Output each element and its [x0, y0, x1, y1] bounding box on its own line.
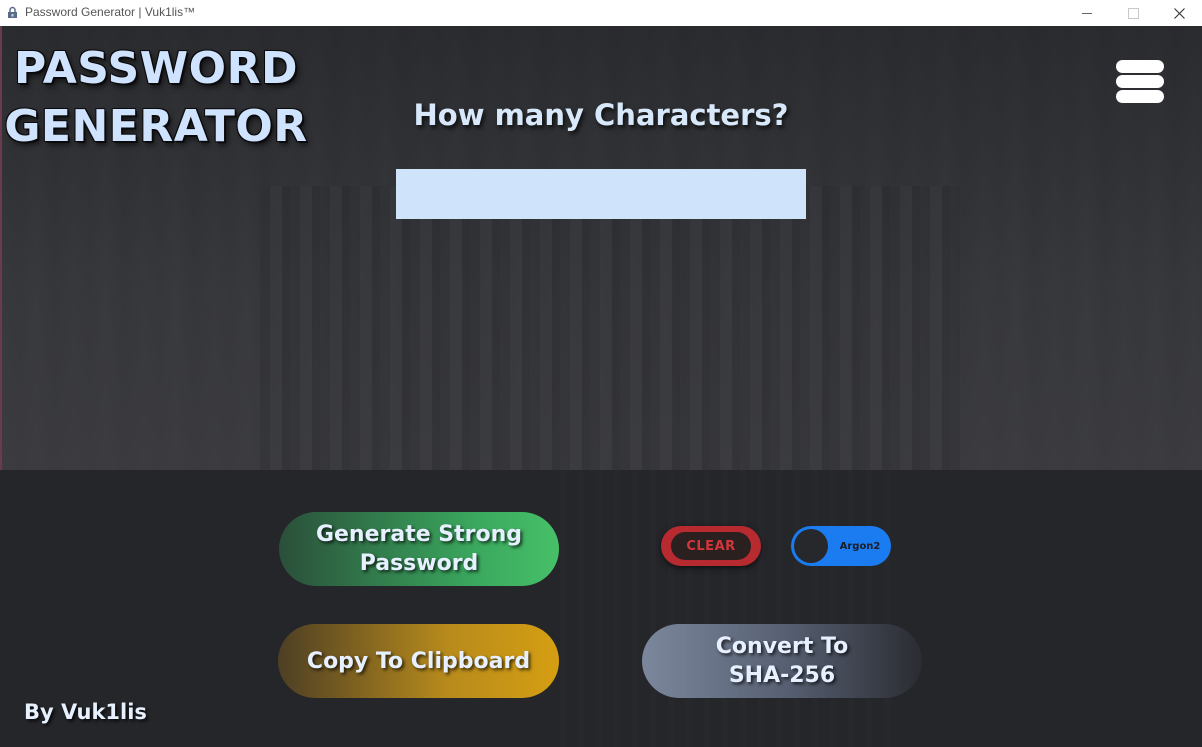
app-title: PASSWORD GENERATOR	[0, 40, 312, 156]
window-titlebar[interactable]: Password Generator | Vuk1lis™	[0, 0, 1202, 27]
window-title: Password Generator | Vuk1lis™	[25, 5, 196, 19]
menu-bar	[1116, 60, 1164, 73]
close-button[interactable]	[1156, 0, 1202, 26]
menu-bar	[1116, 90, 1164, 103]
maximize-icon	[1127, 7, 1139, 19]
app-title-line1: PASSWORD	[13, 43, 298, 94]
app-client-area: PASSWORD GENERATOR How many Characters? …	[0, 26, 1202, 747]
app-icon	[8, 6, 17, 18]
sha-label-line2: SHA-256	[728, 663, 836, 688]
copy-to-clipboard-button[interactable]: Copy To Clipboard	[278, 624, 559, 698]
app-title-line2: GENERATOR	[4, 101, 308, 152]
background-lower-texture	[560, 470, 900, 747]
argon2-toggle-label: Argon2	[839, 540, 881, 552]
convert-sha256-button[interactable]: Convert To SHA-256	[642, 624, 922, 698]
characters-input[interactable]	[396, 169, 806, 219]
clear-label: CLEAR	[671, 532, 751, 560]
clear-button[interactable]: CLEAR	[661, 526, 761, 566]
generate-label-line2: Password	[359, 551, 479, 576]
generate-password-button[interactable]: Generate Strong Password	[279, 512, 559, 586]
close-icon	[1173, 7, 1185, 19]
hamburger-menu-icon[interactable]	[1116, 58, 1166, 104]
characters-question: How many Characters?	[413, 98, 789, 132]
argon2-toggle[interactable]: Argon2	[791, 526, 891, 566]
background-cityscape	[260, 186, 960, 470]
minimize-button[interactable]	[1064, 0, 1110, 26]
toggle-knob	[794, 529, 828, 563]
maximize-button[interactable]	[1110, 0, 1156, 26]
author-credit: By Vuk1lis	[24, 700, 147, 724]
generate-label-line1: Generate Strong	[315, 522, 523, 547]
sha-label-line1: Convert To	[715, 634, 849, 659]
menu-bar	[1116, 75, 1164, 88]
minimize-icon	[1082, 12, 1092, 14]
copy-label: Copy To Clipboard	[306, 648, 531, 674]
